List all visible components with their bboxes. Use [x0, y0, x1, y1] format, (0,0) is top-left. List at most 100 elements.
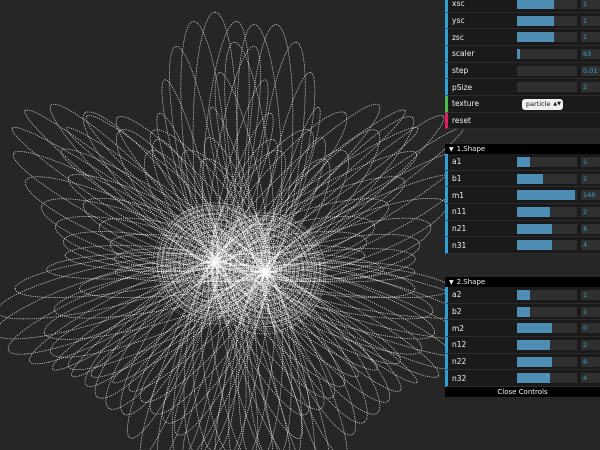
- shape2-folder-title[interactable]: ▼ 2.Shape: [445, 277, 600, 287]
- control-slider[interactable]: [517, 323, 577, 334]
- control-label: n21: [452, 223, 467, 233]
- control-number-input[interactable]: 1: [581, 306, 600, 317]
- control-row-a1: a1 1: [445, 154, 600, 171]
- control-slider[interactable]: [517, 223, 577, 234]
- control-slider[interactable]: [517, 32, 577, 43]
- control-row-n21: n21 8: [445, 220, 600, 238]
- reset-button[interactable]: reset: [445, 112, 600, 130]
- close-controls-button[interactable]: Close Controls: [445, 386, 600, 397]
- select-arrows-icon: ▲▼: [553, 100, 561, 107]
- control-number-input[interactable]: 1: [581, 15, 600, 26]
- slider-fill: [517, 157, 531, 167]
- control-label: n11: [452, 207, 467, 217]
- control-label: pSize: [452, 82, 473, 92]
- control-number-input[interactable]: 1: [581, 290, 600, 300]
- control-number-input[interactable]: 2: [581, 173, 600, 184]
- control-number-input[interactable]: 8: [581, 223, 600, 234]
- control-slider[interactable]: [517, 82, 577, 93]
- control-number-input[interactable]: 8: [581, 356, 600, 367]
- control-number-input[interactable]: 1: [581, 157, 600, 167]
- control-slider[interactable]: [517, 373, 577, 384]
- control-number-input[interactable]: 0: [581, 323, 600, 334]
- control-slider[interactable]: [517, 15, 577, 26]
- control-slider[interactable]: [517, 173, 577, 184]
- slider-fill: [517, 206, 550, 217]
- control-label: xsc: [452, 0, 465, 9]
- slider-fill: [517, 373, 550, 384]
- control-number-input[interactable]: 2: [581, 82, 600, 93]
- texture-label: texture: [452, 99, 480, 109]
- control-slider[interactable]: [517, 240, 577, 251]
- control-number-input[interactable]: 2: [581, 339, 600, 350]
- control-row-n11: n11 2: [445, 203, 600, 221]
- control-number-input[interactable]: 1: [581, 32, 600, 43]
- control-slider[interactable]: [517, 190, 577, 201]
- control-label: b2: [452, 306, 462, 316]
- control-row-b2: b2 1: [445, 303, 600, 321]
- control-label: n12: [452, 340, 467, 350]
- control-slider[interactable]: [517, 65, 577, 76]
- control-slider[interactable]: [517, 157, 577, 167]
- control-row-scaler: scaler 63: [445, 45, 600, 63]
- slider-fill: [517, 323, 552, 334]
- shape1-title-text: 1.Shape: [456, 145, 486, 153]
- slider-fill: [517, 306, 531, 317]
- control-row-b1: b1 2: [445, 170, 600, 188]
- control-row-pSize: pSize 2: [445, 79, 600, 96]
- control-label: m1: [452, 190, 465, 200]
- slider-fill: [517, 190, 576, 201]
- control-number-input[interactable]: 146: [581, 190, 600, 201]
- slider-fill: [517, 240, 552, 251]
- control-slider[interactable]: [517, 206, 577, 217]
- control-label: ysc: [452, 15, 465, 25]
- control-label: b1: [452, 173, 462, 183]
- texture-select-value: particle: [526, 99, 551, 108]
- control-label: a1: [452, 157, 462, 167]
- control-label: n31: [452, 240, 467, 250]
- texture-row: texture particle ▲▼: [445, 95, 600, 113]
- control-row-zsc: zsc 1: [445, 29, 600, 46]
- control-number-input[interactable]: 2: [581, 206, 600, 217]
- slider-fill: [517, 339, 550, 350]
- control-number-input[interactable]: 63: [581, 48, 600, 59]
- controls-panel-shape1: ▼ 1.Shape a1 1 b1 2 m1 146 n11 2 n21 8 n31 4: [445, 144, 600, 254]
- control-label: n32: [452, 373, 467, 383]
- texture-select[interactable]: particle ▲▼: [522, 98, 563, 110]
- control-row-m1: m1 146: [445, 187, 600, 204]
- control-number-input[interactable]: 1: [581, 0, 600, 9]
- control-row-a2: a2 1: [445, 287, 600, 304]
- shape2-title-text: 2.Shape: [456, 278, 486, 286]
- slider-fill: [517, 0, 555, 9]
- control-slider[interactable]: [517, 48, 577, 59]
- control-slider[interactable]: [517, 339, 577, 350]
- slider-fill: [517, 32, 555, 43]
- control-row-step: step 0.01: [445, 62, 600, 80]
- control-label: n22: [452, 356, 467, 366]
- slider-fill: [517, 48, 520, 59]
- control-row-n12: n12 2: [445, 336, 600, 354]
- control-label: step: [452, 65, 469, 75]
- slider-fill: [517, 356, 552, 367]
- control-label: zsc: [452, 32, 464, 42]
- control-slider[interactable]: [517, 306, 577, 317]
- slider-fill: [517, 15, 555, 26]
- slider-fill: [517, 223, 552, 234]
- control-row-xsc: xsc 1: [445, 0, 600, 13]
- control-slider[interactable]: [517, 0, 577, 9]
- control-slider[interactable]: [517, 356, 577, 367]
- control-row-ysc: ysc 1: [445, 12, 600, 30]
- control-row-m2: m2 0: [445, 320, 600, 337]
- control-row-n31: n31 4: [445, 237, 600, 254]
- control-number-input[interactable]: 4: [581, 240, 600, 251]
- slider-fill: [517, 290, 531, 300]
- control-number-input[interactable]: 4: [581, 373, 600, 384]
- control-slider[interactable]: [517, 290, 577, 300]
- shape1-folder-title[interactable]: ▼ 1.Shape: [445, 144, 600, 154]
- control-number-input[interactable]: 0.01: [581, 65, 600, 76]
- control-label: scaler: [452, 49, 475, 59]
- control-label: m2: [452, 323, 465, 333]
- slider-fill: [517, 173, 544, 184]
- reset-label: reset: [452, 115, 471, 125]
- control-label: a2: [452, 290, 462, 300]
- controls-panel-main: xsc 1 ysc 1 zsc 1 scaler 63 step 0.01 pSize 2 textu…: [445, 0, 600, 130]
